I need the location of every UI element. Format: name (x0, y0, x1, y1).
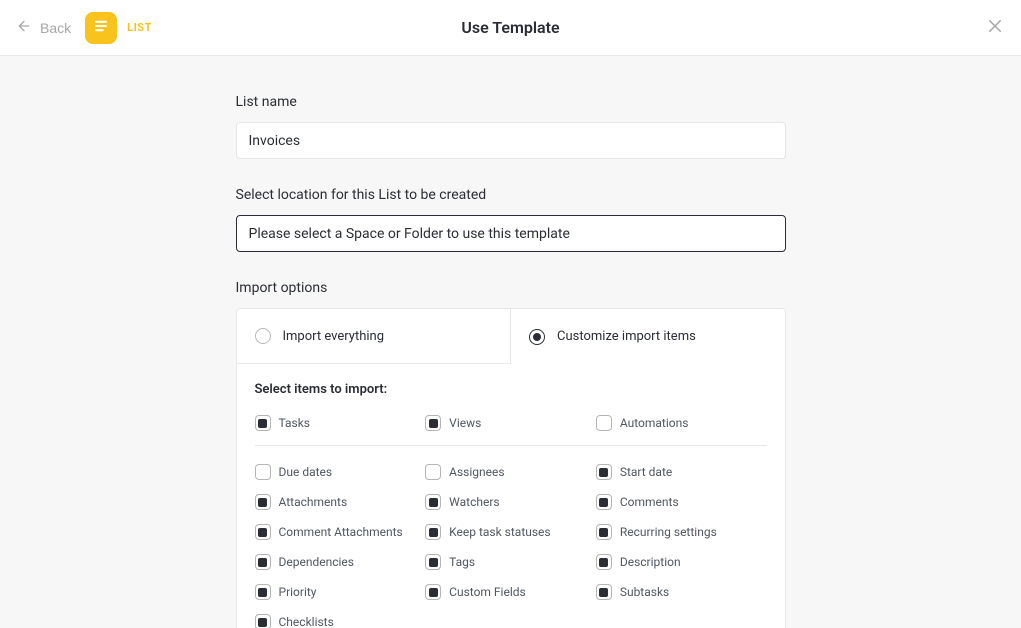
check-item[interactable]: Dependencies (255, 554, 426, 570)
checkbox-icon[interactable] (255, 554, 271, 570)
import-everything-label: Import everything (283, 329, 385, 344)
check-item-label: Watchers (449, 495, 499, 509)
check-item-label: Checklists (279, 615, 334, 628)
check-item-label: Comment Attachments (279, 525, 403, 539)
close-button[interactable] (985, 18, 1005, 38)
list-icon (91, 16, 111, 40)
import-options-panel: Import everything Customize import items… (236, 308, 786, 628)
check-item[interactable]: Priority (255, 584, 426, 600)
select-items-heading: Select items to import: (255, 382, 767, 397)
check-item-label: Views (449, 416, 481, 430)
check-item[interactable]: Comment Attachments (255, 524, 426, 540)
check-item[interactable]: Watchers (425, 494, 596, 510)
arrow-left-icon (16, 18, 32, 37)
import-mode-row: Import everything Customize import items (237, 309, 785, 364)
checkbox-icon[interactable] (255, 524, 271, 540)
check-item[interactable]: Keep task statuses (425, 524, 596, 540)
customize-import-label: Customize import items (557, 329, 696, 344)
checkbox-icon[interactable] (425, 464, 441, 480)
import-everything-option[interactable]: Import everything (237, 309, 512, 364)
check-item-label: Start date (620, 465, 672, 479)
import-items-section: Select items to import: Tasks Views Automa… (237, 364, 785, 628)
content-scroll[interactable]: List name Select location for this List … (0, 56, 1021, 628)
check-item-label: Dependencies (279, 555, 354, 569)
content: List name Select location for this List … (236, 56, 786, 628)
list-name-label: List name (236, 94, 786, 110)
check-item-label: Due dates (279, 465, 333, 479)
check-item-label: Description (620, 555, 681, 569)
checkbox-icon[interactable] (596, 554, 612, 570)
check-item[interactable]: Recurring settings (596, 524, 767, 540)
radio-icon (255, 328, 271, 344)
checkbox-icon[interactable] (596, 584, 612, 600)
location-select[interactable]: Please select a Space or Folder to use t… (236, 215, 786, 252)
location-placeholder: Please select a Space or Folder to use t… (249, 226, 570, 242)
check-item-label: Tasks (279, 416, 311, 430)
back-button[interactable]: Back (16, 18, 71, 37)
check-item-label: Comments (620, 495, 679, 509)
check-item[interactable]: Description (596, 554, 767, 570)
check-item[interactable]: Views (425, 415, 596, 431)
checkbox-icon[interactable] (425, 554, 441, 570)
check-item[interactable]: Attachments (255, 494, 426, 510)
checkbox-icon[interactable] (596, 524, 612, 540)
check-item-label: Recurring settings (620, 525, 717, 539)
check-item[interactable]: Checklists (255, 614, 426, 628)
list-icon-badge (85, 12, 117, 44)
check-item[interactable]: Due dates (255, 464, 426, 480)
checkbox-icon[interactable] (596, 464, 612, 480)
check-item[interactable]: Automations (596, 415, 767, 431)
check-item-label: Subtasks (620, 585, 669, 599)
check-item[interactable]: Comments (596, 494, 767, 510)
modal-header: Back LIST Use Template (0, 0, 1021, 56)
check-item-label: Priority (279, 585, 317, 599)
radio-icon (529, 329, 545, 345)
back-label: Back (40, 20, 71, 36)
customize-import-option[interactable]: Customize import items (511, 309, 785, 364)
checkbox-icon[interactable] (255, 464, 271, 480)
checkbox-icon[interactable] (425, 584, 441, 600)
check-item-label: Automations (620, 416, 689, 430)
checkbox-icon[interactable] (255, 614, 271, 628)
checkbox-icon[interactable] (255, 494, 271, 510)
list-type-label: LIST (127, 21, 152, 34)
check-item-label: Keep task statuses (449, 525, 550, 539)
checkbox-icon[interactable] (425, 524, 441, 540)
check-item-label: Tags (449, 555, 475, 569)
checkbox-icon[interactable] (425, 494, 441, 510)
check-item-label: Custom Fields (449, 585, 526, 599)
items-divider (255, 445, 767, 446)
location-label: Select location for this List to be crea… (236, 187, 786, 203)
checkbox-icon[interactable] (596, 494, 612, 510)
check-item[interactable]: Start date (596, 464, 767, 480)
check-item[interactable]: Tasks (255, 415, 426, 431)
checkbox-icon[interactable] (255, 415, 271, 431)
checkbox-icon[interactable] (425, 415, 441, 431)
list-name-input[interactable] (236, 122, 786, 159)
check-item-label: Assignees (449, 465, 504, 479)
check-item[interactable]: Tags (425, 554, 596, 570)
checkbox-icon[interactable] (596, 415, 612, 431)
check-item[interactable]: Custom Fields (425, 584, 596, 600)
check-item[interactable]: Assignees (425, 464, 596, 480)
import-options-label: Import options (236, 280, 786, 296)
modal-title: Use Template (461, 18, 559, 37)
checkbox-icon[interactable] (255, 584, 271, 600)
close-icon (986, 17, 1004, 38)
check-item[interactable]: Subtasks (596, 584, 767, 600)
check-item-label: Attachments (279, 495, 348, 509)
items-grid: Due dates Assignees Start date Attachments W… (255, 464, 767, 628)
primary-items-row: Tasks Views Automations (255, 415, 767, 431)
